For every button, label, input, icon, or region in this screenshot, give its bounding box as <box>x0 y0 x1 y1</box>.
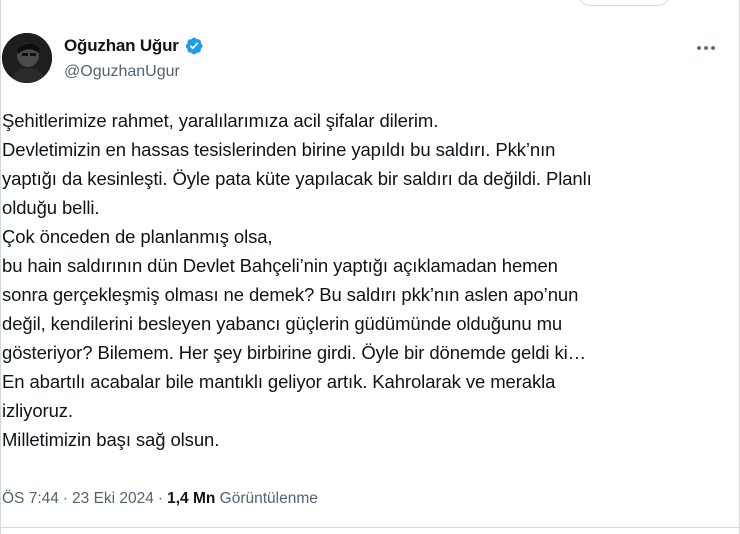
tweet-line: olduğu belli. <box>2 197 100 218</box>
top-action-button[interactable] <box>577 0 671 6</box>
tweet-line: Devletimizin en hassas tesislerinden bir… <box>2 139 556 160</box>
avatar[interactable] <box>2 33 52 83</box>
verified-badge-icon <box>185 37 203 55</box>
divider <box>1 527 740 528</box>
tweet-line: yaptığı da kesinleşti. Öyle pata küte ya… <box>2 168 592 189</box>
tweet-line: Şehitlerimize rahmet, yaralılarımıza aci… <box>2 110 439 131</box>
tweet-time[interactable]: ÖS 7:44 <box>2 490 59 507</box>
tweet-line: Çok önceden de planlanmış olsa, <box>2 226 273 247</box>
author-display-name[interactable]: Oğuzhan Uğur <box>64 36 179 56</box>
views-count: 1,4 Mn <box>167 490 216 507</box>
tweet-text: Şehitlerimize rahmet, yaralılarımıza aci… <box>2 106 722 454</box>
tweet-line: bu hain saldırının dün Devlet Bahçeli’ni… <box>2 255 558 276</box>
tweet-line: izliyoruz. <box>2 400 73 421</box>
tweet-meta: ÖS 7:44 · 23 Eki 2024 · 1,4 Mn Görüntülenme <box>2 490 318 508</box>
tweet-line: gösteriyor? Bilemem. Her şey birbirine g… <box>2 342 587 363</box>
tweet-date[interactable]: 23 Eki 2024 <box>72 490 154 507</box>
tweet-card: Oğuzhan Uğur @OguzhanUgur Şehitlerimize … <box>0 0 740 534</box>
tweet-line: sonra gerçekleşmiş olması ne demek? Bu s… <box>2 284 579 305</box>
avatar-image <box>2 33 52 83</box>
tweet-line: En abartılı acabalar bile mantıklı geliy… <box>2 371 556 392</box>
views-label: Görüntülenme <box>219 490 318 507</box>
more-horizontal-icon[interactable] <box>691 38 721 58</box>
tweet-line: değil, kendilerini besleyen yabancı güçl… <box>2 313 563 334</box>
tweet-line: Milletimizin başı sağ olsun. <box>2 429 220 450</box>
meta-separator: · <box>157 490 164 507</box>
author-handle[interactable]: @OguzhanUgur <box>64 63 180 81</box>
author-name-row: Oğuzhan Uğur <box>64 36 204 56</box>
meta-separator: · <box>62 490 69 507</box>
